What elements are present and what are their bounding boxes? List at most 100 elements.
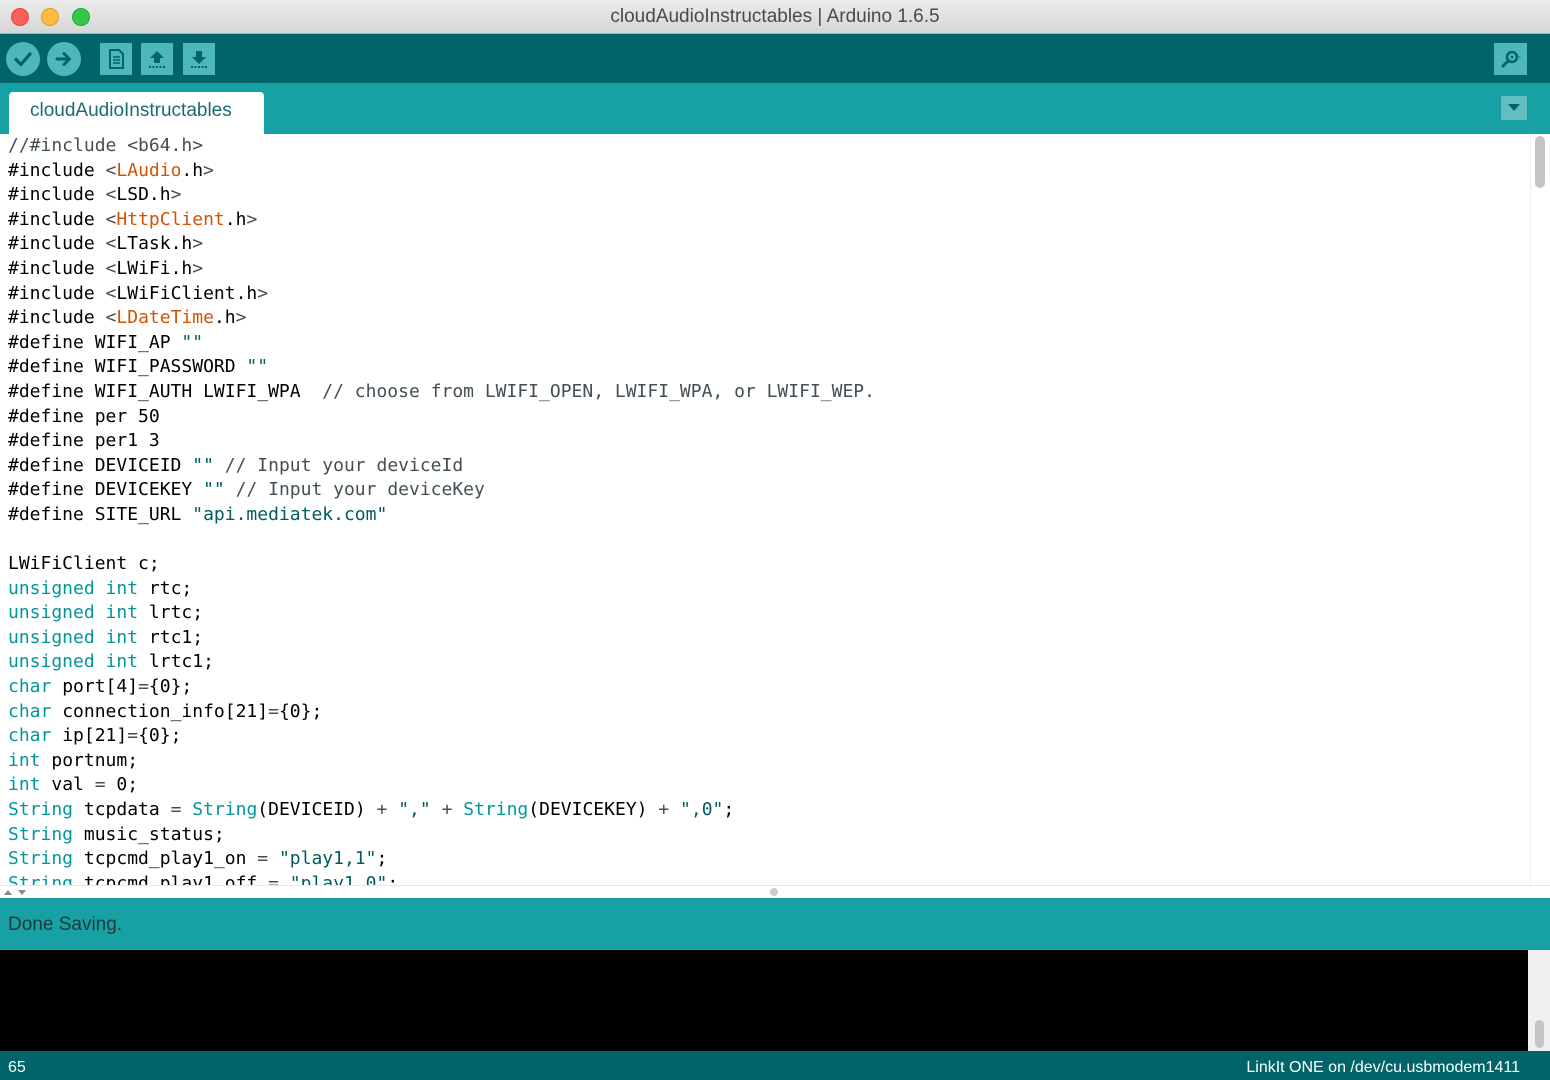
editor-scrollbar-thumb[interactable] (1535, 136, 1545, 188)
code-line[interactable]: //#include <b64.h> (8, 134, 875, 159)
console-scrollbar-thumb[interactable] (1535, 1020, 1544, 1048)
code-token: < (105, 257, 117, 279)
code-token: = (268, 872, 279, 885)
code-token: port[4] (51, 676, 139, 698)
code-token: < (105, 159, 117, 181)
code-token: // choose from LWIFI_OPEN, LWIFI_WPA, or… (322, 380, 875, 402)
code-line[interactable]: char connection_info[21]={0}; (8, 700, 875, 725)
code-token: + (376, 799, 388, 821)
code-token: //#include <b64.h> (8, 135, 204, 156)
code-line[interactable]: #define DEVICEKEY "" // Input your devic… (8, 478, 875, 503)
console-scrollbar[interactable] (1528, 950, 1550, 1051)
code-line[interactable]: int portnum; (8, 749, 875, 774)
code-line[interactable]: String tcpcmd_play1_off = "play1,0"; (8, 872, 875, 885)
code-token: ; (723, 799, 735, 821)
code-token: tcpdata (73, 799, 171, 821)
code-token: LSD.h (116, 184, 171, 206)
code-token: > (203, 159, 214, 181)
code-token: "" (246, 356, 269, 378)
code-editor[interactable]: //#include <b64.h> #include <LAudio.h> #in… (0, 134, 1530, 885)
code-token: #define per 50 (8, 405, 160, 427)
code-token: + (441, 799, 453, 821)
code-token: 0; (105, 774, 139, 796)
tab-cloudaudioinstructables[interactable]: cloudAudioInstructables (9, 92, 264, 134)
code-line[interactable]: #define per 50 (8, 405, 875, 430)
code-token: int (105, 577, 139, 599)
code-token: tcpcmd_play1_on (73, 848, 258, 870)
console-output[interactable] (0, 950, 1528, 1051)
code-line[interactable]: unsigned int rtc; (8, 577, 875, 602)
code-token: = (127, 725, 139, 747)
code-line[interactable]: #include <LTask.h> (8, 232, 875, 257)
code-token: #include (8, 159, 106, 181)
code-line[interactable]: unsigned int rtc1; (8, 626, 875, 651)
code-line[interactable]: unsigned int lrtc; (8, 601, 875, 626)
code-line[interactable]: #define per1 3 (8, 429, 875, 454)
code-line[interactable]: #include <LSD.h> (8, 183, 875, 208)
code-token: "play1,1" (278, 848, 377, 870)
code-token: // Input your deviceId (213, 454, 464, 476)
code-line[interactable]: #include <HttpClient.h> (8, 208, 875, 233)
code-line[interactable]: String music_status; (8, 823, 875, 848)
open-sketch-button[interactable] (141, 43, 173, 75)
split-divider[interactable] (0, 885, 1550, 898)
code-token: ; (387, 872, 399, 885)
checkmark-icon (14, 52, 32, 67)
code-line[interactable] (8, 528, 875, 553)
split-arrows-icon[interactable] (2, 887, 28, 897)
code-token: unsigned (8, 577, 95, 599)
split-handle[interactable] (770, 888, 778, 896)
upload-button[interactable] (47, 42, 81, 76)
serial-monitor-button[interactable] (1494, 43, 1527, 75)
code-token: #include (8, 208, 106, 230)
code-text[interactable]: //#include <b64.h> #include <LAudio.h> #in… (8, 134, 875, 885)
code-token: rtc; (138, 577, 193, 599)
code-token: < (105, 282, 117, 304)
code-line[interactable]: #define WIFI_PASSWORD "" (8, 355, 875, 380)
code-line[interactable]: char port[4]={0}; (8, 675, 875, 700)
code-token: LAudio (116, 159, 182, 181)
code-token: int (8, 774, 41, 796)
code-token: String (8, 872, 74, 885)
download-arrow-icon (191, 51, 207, 68)
code-line[interactable]: #define DEVICEID "" // Input your device… (8, 454, 875, 479)
code-token: unsigned (8, 651, 95, 673)
code-token: {0}; (148, 676, 193, 698)
code-line[interactable]: unsigned int lrtc1; (8, 650, 875, 675)
code-line[interactable]: #include <LWiFiClient.h> (8, 282, 875, 307)
code-token: {0}; (278, 700, 323, 722)
code-token: HttpClient (116, 208, 225, 230)
code-token: tcpcmd_play1_off (73, 872, 269, 885)
code-line[interactable]: String tcpdata = String(DEVICEID) + "," … (8, 798, 875, 823)
code-token: char (8, 700, 52, 722)
code-token: #include (8, 257, 106, 279)
new-sketch-button[interactable] (100, 43, 132, 75)
code-line[interactable]: #define WIFI_AUTH LWIFI_WPA // choose fr… (8, 380, 875, 405)
code-line[interactable]: #include <LWiFi.h> (8, 257, 875, 282)
code-token: int (105, 626, 139, 648)
arrow-right-icon (55, 52, 71, 66)
code-token: > (170, 184, 182, 206)
code-line[interactable]: #include <LDateTime.h> (8, 306, 875, 331)
code-token: LWiFi.h (116, 257, 193, 279)
magnifier-icon (1501, 50, 1521, 68)
code-line[interactable]: #define WIFI_AP "" (8, 331, 875, 356)
code-line[interactable]: String tcpcmd_play1_on = "play1,1"; (8, 847, 875, 872)
code-token: ",0" (680, 799, 724, 821)
tab-menu-button[interactable] (1501, 96, 1527, 120)
code-line[interactable]: LWiFiClient c; (8, 552, 875, 577)
verify-button[interactable] (6, 42, 40, 76)
save-sketch-button[interactable] (183, 43, 215, 75)
code-token: int (105, 651, 139, 673)
code-line[interactable]: #define SITE_URL "api.mediatek.com" (8, 503, 875, 528)
code-line[interactable]: int val = 0; (8, 773, 875, 798)
code-line[interactable]: #include <LAudio.h> (8, 159, 875, 184)
code-token: #define per1 3 (8, 430, 160, 452)
code-line[interactable]: char ip[21]={0}; (8, 724, 875, 749)
editor-scrollbar[interactable] (1530, 134, 1550, 885)
